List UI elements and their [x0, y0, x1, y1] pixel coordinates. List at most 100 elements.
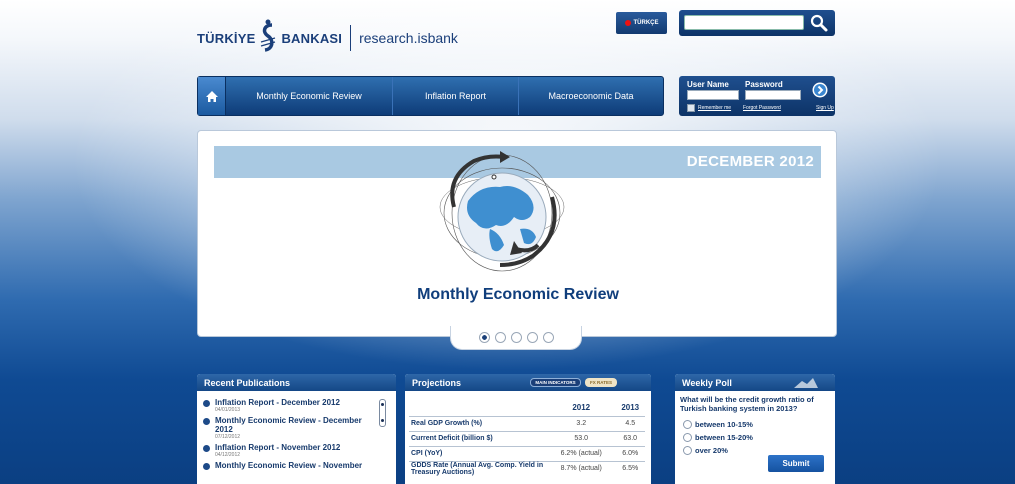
page-container: TÜRKİYE BANKASI research.isbank TÜRKÇE M… [197, 0, 837, 484]
table-header-row: 2012 2013 [409, 400, 645, 416]
poll-option-3[interactable]: over 20% [683, 446, 728, 455]
bullet-icon [203, 400, 210, 407]
main-nav: Monthly Economic Review Inflation Report… [197, 76, 664, 116]
turkish-flag-icon [624, 20, 631, 26]
nav-macroeconomic-data[interactable]: Macroeconomic Data [519, 77, 663, 115]
publication-title[interactable]: Monthly Economic Review - November [215, 461, 375, 470]
list-item[interactable]: Inflation Report - November 2012 04/12/2… [201, 443, 375, 458]
password-input[interactable] [745, 90, 801, 100]
slider-dot-4[interactable] [526, 332, 538, 343]
row-value-2012: 6.2% (actual) [547, 445, 616, 461]
slider-pagination [450, 326, 582, 350]
search-box [679, 10, 835, 36]
tab-fx-rates[interactable]: FX RATES [585, 378, 617, 387]
slider-dot-5[interactable] [542, 332, 554, 343]
globe-icon [434, 137, 570, 279]
publication-title[interactable]: Inflation Report - November 2012 [215, 443, 375, 452]
sign-up-link[interactable]: Sign Up [816, 105, 834, 111]
publication-date: 07/12/2012 [215, 434, 241, 440]
list-item[interactable]: Monthly Economic Review - November [201, 461, 375, 470]
nav-inflation-report[interactable]: Inflation Report [393, 77, 519, 115]
logo-text-left: TÜRKİYE [197, 30, 256, 46]
bullet-icon [203, 445, 210, 452]
row-value-2013: 6.5% [615, 460, 645, 476]
row-label: GDDS Rate (Annual Avg. Comp. Yield in Tr… [409, 460, 547, 476]
arrow-right-icon [812, 82, 828, 98]
slide-date: DECEMBER 2012 [686, 153, 814, 170]
radio-button[interactable] [683, 446, 692, 455]
publication-list: Inflation Report - December 2012 04/01/2… [201, 398, 375, 473]
projections-table: 2012 2013 Real GDP Growth (%) 3.2 4.5 Cu… [409, 400, 645, 476]
home-button[interactable] [198, 77, 226, 115]
logo-subtitle: research.isbank [359, 30, 458, 46]
recent-publications-title: Recent Publications [197, 374, 396, 391]
remember-me-checkbox[interactable] [687, 104, 695, 112]
poll-question: What will be the credit growth ratio of … [680, 395, 814, 413]
table-row: GDDS Rate (Annual Avg. Comp. Yield in Tr… [409, 460, 645, 476]
row-value-2012: 8.7% (actual) [547, 460, 616, 476]
row-label: Current Deficit (billion $) [409, 430, 547, 446]
nav-monthly-economic-review[interactable]: Monthly Economic Review [226, 77, 393, 115]
list-item[interactable]: Monthly Economic Review - December 2012 … [201, 416, 375, 440]
publications-scrollbar[interactable] [379, 399, 386, 427]
slider-dot-1[interactable] [478, 332, 490, 343]
poll-option-label: between 15-20% [695, 433, 753, 442]
site-logo[interactable]: TÜRKİYE BANKASI research.isbank [197, 18, 458, 58]
slide-title: Monthly Economic Review [417, 286, 619, 303]
forgot-password-link[interactable]: Forgot Password [743, 105, 781, 111]
radio-button[interactable] [683, 420, 692, 429]
row-label: CPI (YoY) [409, 445, 547, 461]
weekly-poll-title: Weekly Poll [682, 378, 732, 388]
login-go-button[interactable] [812, 82, 828, 98]
scroll-up-icon[interactable] [381, 403, 384, 406]
radio-button[interactable] [683, 433, 692, 442]
logo-divider [350, 25, 352, 51]
home-icon [205, 90, 218, 102]
poll-option-label: over 20% [695, 446, 728, 455]
recent-publications-panel: Recent Publications Inflation Report - D… [197, 374, 396, 484]
table-row: Current Deficit (billion $) 53.0 63.0 [409, 430, 645, 446]
table-header-blank [409, 400, 547, 416]
tab-main-indicators[interactable]: MAIN INDICATORS [530, 378, 581, 387]
submit-button[interactable]: Submit [768, 455, 824, 472]
poll-option-2[interactable]: between 15-20% [683, 433, 753, 442]
password-label: Password [745, 80, 783, 89]
list-item[interactable]: Inflation Report - December 2012 04/01/2… [201, 398, 375, 413]
publication-title[interactable]: Monthly Economic Review - December 2012 [215, 416, 375, 434]
bullet-icon [203, 463, 210, 470]
projections-panel: Projections MAIN INDICATORS FX RATES 201… [405, 374, 651, 484]
row-value-2013: 6.0% [615, 445, 645, 461]
scroll-down-icon[interactable] [381, 419, 384, 422]
table-header-2012: 2012 [572, 403, 591, 413]
chart-icon [794, 378, 818, 388]
slider-dot-2[interactable] [494, 332, 506, 343]
weekly-poll-header: Weekly Poll [675, 374, 835, 391]
publication-date: 04/12/2012 [215, 452, 241, 458]
publication-date: 04/01/2013 [215, 407, 241, 413]
weekly-poll-panel: Weekly Poll What will be the credit grow… [675, 374, 835, 484]
projections-title: Projections [412, 378, 462, 388]
bullet-icon [203, 418, 210, 425]
username-input[interactable] [687, 90, 739, 100]
hero-slider[interactable]: DECEMBER 2012 Monthly Economic Review [197, 130, 837, 350]
language-label: TÜRKÇE [633, 20, 659, 26]
poll-option-1[interactable]: between 10-15% [683, 420, 753, 429]
logo-text-right: BANKASI [281, 30, 343, 46]
language-button[interactable]: TÜRKÇE [616, 12, 667, 34]
login-box: User Name Password Remember me Forgot Pa… [679, 76, 835, 116]
search-input[interactable] [684, 15, 804, 30]
slider-dot-3[interactable] [510, 332, 522, 343]
username-label: User Name [687, 80, 729, 89]
publication-title[interactable]: Inflation Report - December 2012 [215, 398, 375, 407]
row-value-2012: 53.0 [547, 430, 616, 446]
isbank-mark-icon [257, 19, 279, 57]
search-icon[interactable] [809, 13, 829, 33]
table-row: Real GDP Growth (%) 3.2 4.5 [409, 415, 645, 431]
remember-me-label[interactable]: Remember me [698, 105, 731, 111]
row-label: Real GDP Growth (%) [409, 415, 547, 431]
poll-option-label: between 10-15% [695, 420, 753, 429]
row-value-2012: 3.2 [547, 415, 616, 431]
row-value-2013: 63.0 [615, 430, 645, 446]
projections-header: Projections MAIN INDICATORS FX RATES [405, 374, 651, 391]
table-header-2013: 2013 [621, 403, 640, 413]
